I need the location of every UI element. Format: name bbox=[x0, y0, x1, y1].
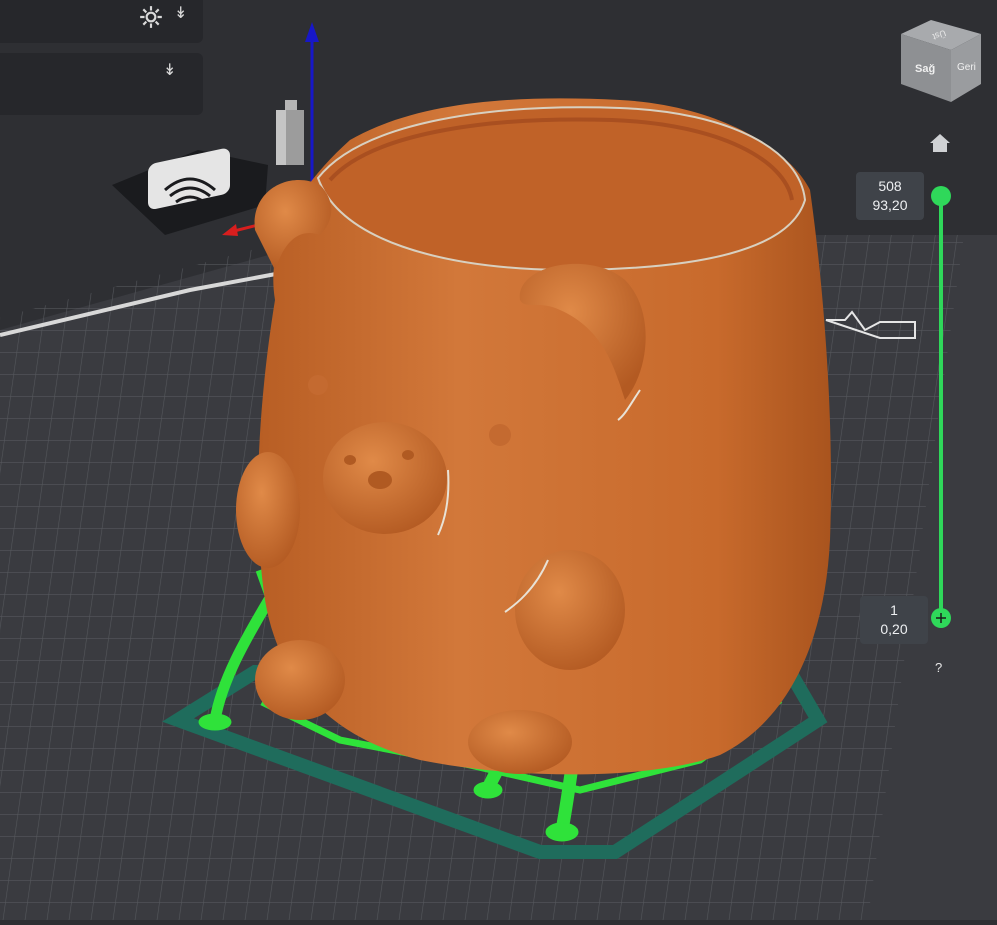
layer-bottom-tag: 1 0,20 bbox=[860, 596, 928, 644]
settings-panel: ↡ bbox=[0, 0, 203, 43]
gear-icon[interactable] bbox=[138, 4, 164, 30]
bottle-object bbox=[276, 100, 304, 165]
layer-top-height: 93,20 bbox=[872, 197, 908, 213]
layer-bottom-height: 0,20 bbox=[880, 621, 908, 637]
view-cube-back-label: Geri bbox=[957, 62, 976, 73]
double-chevron-down-icon[interactable]: ↡ bbox=[174, 6, 187, 22]
fingerprint-logo-icon bbox=[112, 148, 268, 235]
view-cube-right-label: Sağ bbox=[915, 63, 935, 75]
home-icon[interactable] bbox=[927, 131, 953, 155]
layer-top-number: 508 bbox=[878, 178, 902, 194]
view-cube-icon[interactable]: Üst Sağ Geri bbox=[893, 12, 985, 108]
scene-canvas[interactable] bbox=[0, 0, 997, 920]
layer-bottom-number: 1 bbox=[890, 602, 898, 618]
help-button[interactable]: ? bbox=[935, 660, 942, 675]
layer-top-tag: 508 93,20 bbox=[856, 172, 924, 220]
bear-mug-model[interactable] bbox=[236, 98, 831, 775]
3d-viewport[interactable] bbox=[0, 0, 997, 920]
options-panel: ↡ bbox=[0, 53, 203, 115]
layer-slider-top-handle[interactable] bbox=[931, 186, 951, 206]
double-chevron-down-icon[interactable]: ↡ bbox=[163, 63, 176, 79]
